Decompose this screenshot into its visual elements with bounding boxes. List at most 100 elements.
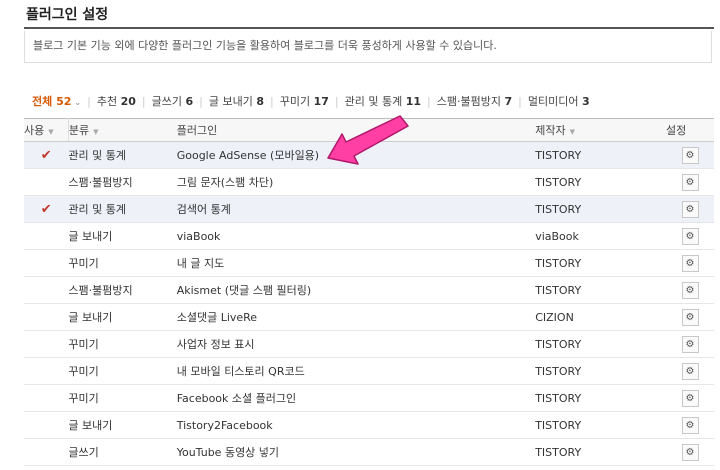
plugin-name-cell[interactable]: YouTube 동영상 넣기 [176,438,536,466]
chevron-down-icon: ⌄ [74,98,82,107]
gear-icon[interactable]: ⚙ [681,281,699,299]
gear-icon[interactable]: ⚙ [681,200,699,218]
maker-cell: TISTORY [535,168,667,196]
filter-5[interactable]: 관리 및 통계 11 [345,93,421,109]
filter-3[interactable]: 글 보내기 8 [209,93,264,109]
gear-icon[interactable]: ⚙ [681,416,699,434]
gear-icon[interactable]: ⚙ [681,173,699,191]
use-cell[interactable]: ✔ [24,195,69,223]
header-maker[interactable]: 제작자 ▼ [535,118,667,142]
filter-2[interactable]: 글쓰기 6 [152,93,194,109]
maker-cell: TISTORY [535,384,667,412]
gear-icon[interactable]: ⚙ [681,254,699,272]
settings-cell: ⚙ [666,222,714,250]
maker-cell: TISTORY [535,276,667,304]
plugin-name-cell[interactable]: viaBook [176,222,536,250]
filter-count: 17 [313,95,329,108]
filter-separator: | [141,95,146,108]
table-row[interactable]: ✔ 관리 및 통계 검색어 통계 TISTORY ⚙ [24,195,714,223]
gear-icon[interactable]: ⚙ [681,227,699,245]
filter-label: 스팸·불펌방지 [436,95,501,108]
header-settings: 설정 [666,118,714,142]
gear-icon[interactable]: ⚙ [681,335,699,353]
page-title: 플러그인 설정 [26,7,109,23]
category-cell: 꾸미기 [68,330,177,358]
plugin-name-cell[interactable]: 그림 문자(스팸 차단) [176,168,536,196]
header-maker-label: 제작자 [535,124,566,137]
title-divider [24,27,714,29]
table-row[interactable]: 스팸·불펌방지 그림 문자(스팸 차단) TISTORY ⚙ [24,168,714,196]
settings-cell: ⚙ [666,303,714,331]
use-cell[interactable] [24,411,69,439]
filter-6[interactable]: 스팸·불펌방지 7 [437,93,512,109]
use-cell[interactable] [24,222,69,250]
settings-cell: ⚙ [666,276,714,304]
gear-icon[interactable]: ⚙ [681,362,699,380]
category-cell: 글쓰기 [68,438,177,466]
page-description: 블로그 기본 기능 외에 다양한 플러그인 기능을 활용하여 블로그를 더욱 풍… [24,31,712,63]
maker-cell: TISTORY [535,357,667,385]
header-name-label: 플러그인 [176,124,218,137]
use-cell[interactable] [24,357,69,385]
plugin-name-cell[interactable]: 소셜댓글 LiveRe [176,303,536,331]
settings-cell: ⚙ [666,438,714,466]
header-settings-label: 설정 [666,124,687,137]
filter-label: 관리 및 통계 [344,95,403,108]
category-cell: 꾸미기 [68,384,177,412]
header-name[interactable]: 플러그인 [176,118,536,142]
table-row[interactable]: 스팸·불펌방지 Akismet (댓글 스팸 필터링) TISTORY ⚙ [24,276,714,304]
filter-1[interactable]: 추천 20 [97,93,136,109]
gear-icon[interactable]: ⚙ [681,443,699,461]
table-row[interactable]: 글 보내기 viaBook viaBook ⚙ [24,222,714,250]
use-cell[interactable] [24,249,69,277]
table-header-row: 사용 ▼ 분류 ▼ 플러그인 제작자 ▼ 설정 [24,118,714,142]
settings-cell: ⚙ [666,195,714,223]
use-cell[interactable]: ✔ [24,141,69,169]
use-cell[interactable] [24,330,69,358]
header-use[interactable]: 사용 ▼ [24,118,69,142]
table-row[interactable]: 꾸미기 Facebook 소셜 플러그인 TISTORY ⚙ [24,384,714,412]
filter-7[interactable]: 멀티미디어 3 [528,93,590,109]
maker-cell: TISTORY [535,330,667,358]
gear-icon[interactable]: ⚙ [681,389,699,407]
gear-icon[interactable]: ⚙ [681,308,699,326]
table-row[interactable]: 글 보내기 소셜댓글 LiveRe CIZION ⚙ [24,303,714,331]
plugin-name-cell[interactable]: Tistory2Facebook [176,411,536,439]
table-row[interactable]: ✔ 관리 및 통계 Google AdSense (모바일용) TISTORY ⚙ [24,141,714,169]
plugin-name-cell[interactable]: Akismet (댓글 스팸 필터링) [176,276,536,304]
table-row[interactable]: 꾸미기 내 모바일 티스토리 QR코드 TISTORY ⚙ [24,357,714,385]
maker-cell: viaBook [535,222,667,250]
settings-cell: ⚙ [666,411,714,439]
category-cell: 관리 및 통계 [68,195,177,223]
filter-4[interactable]: 꾸미기 17 [280,93,329,109]
plugin-name-cell[interactable]: 검색어 통계 [176,195,536,223]
use-cell[interactable] [24,303,69,331]
maker-cell: TISTORY [535,195,667,223]
use-cell[interactable] [24,438,69,466]
filter-0[interactable]: 전체 52 ⌄ [32,93,81,109]
filter-count: 52 [56,95,72,108]
plugin-name-cell[interactable]: Facebook 소셜 플러그인 [176,384,536,412]
table-row[interactable]: 글 보내기 Tistory2Facebook TISTORY ⚙ [24,411,714,439]
settings-cell: ⚙ [666,357,714,385]
filter-label: 글쓰기 [151,95,182,108]
plugin-name-cell[interactable]: 내 글 지도 [176,249,536,277]
plugin-name-cell[interactable]: 사업자 정보 표시 [176,330,536,358]
use-cell[interactable] [24,384,69,412]
category-cell: 글 보내기 [68,303,177,331]
settings-cell: ⚙ [666,249,714,277]
use-cell[interactable] [24,276,69,304]
filter-label: 멀티미디어 [527,95,579,108]
use-cell[interactable] [24,168,69,196]
table-row[interactable]: 꾸미기 사업자 정보 표시 TISTORY ⚙ [24,330,714,358]
filter-count: 3 [581,95,590,108]
table-row[interactable]: 꾸미기 내 글 지도 TISTORY ⚙ [24,249,714,277]
maker-cell: TISTORY [535,141,667,169]
plugin-name-cell[interactable]: Google AdSense (모바일용) [176,141,536,169]
header-category[interactable]: 분류 ▼ [68,118,177,142]
gear-icon[interactable]: ⚙ [681,146,699,164]
check-icon: ✔ [40,147,52,163]
plugin-name-cell[interactable]: 내 모바일 티스토리 QR코드 [176,357,536,385]
table-row[interactable]: 글쓰기 YouTube 동영상 넣기 TISTORY ⚙ [24,438,714,466]
filter-count: 8 [256,95,264,108]
